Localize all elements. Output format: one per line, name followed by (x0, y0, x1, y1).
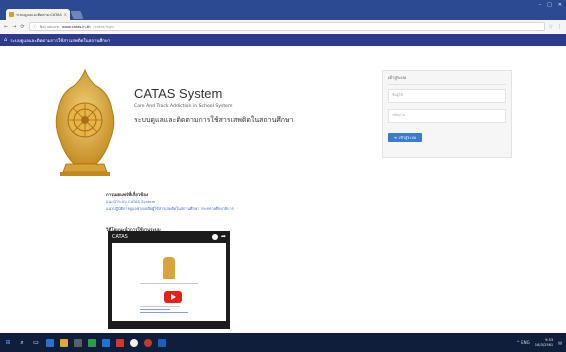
share-icon[interactable]: ➦ (221, 233, 226, 240)
username-input[interactable]: ชื่อผู้ใช้ (388, 89, 506, 103)
app-icon[interactable] (88, 338, 96, 347)
clock[interactable]: 9:53 16/3/2561 (535, 338, 553, 347)
close-window-icon[interactable]: ✕ (558, 2, 562, 8)
edge-icon[interactable] (46, 338, 54, 347)
thumbnail-line (140, 306, 180, 307)
login-icon: ➜ (393, 135, 397, 140)
thumbnail-line (140, 283, 198, 284)
url-host: www.catas.in.th (62, 24, 91, 29)
video-title: CATAS (112, 233, 128, 240)
store-icon[interactable] (74, 338, 82, 347)
login-heading: เข้าสู่ระบบ (388, 74, 506, 85)
powerpoint-icon[interactable] (116, 338, 124, 347)
login-button-label: เข้าสู่ระบบ (398, 134, 417, 140)
brand-block: CATAS System Care And Track Addiction in… (134, 86, 294, 126)
search-icon[interactable]: ⌕ (18, 339, 26, 347)
tray-language[interactable]: ^ ENG (517, 340, 530, 345)
related-title: การเผยแพร่ที่เกี่ยวข้อง (106, 193, 149, 198)
window-controls: – □ ✕ (539, 2, 562, 8)
password-input[interactable]: รหัสผ่าน (388, 109, 506, 123)
address-bar[interactable]: ⓘ Not secure www.catas.in.th /catas/logi… (28, 22, 545, 31)
login-panel: เข้าสู่ระบบ ชื่อผู้ใช้ รหัสผ่าน ➜ เข้าสู… (382, 70, 512, 158)
bookmark-star-icon[interactable]: ☆ (549, 24, 553, 30)
browser-chrome: ระบบดูแลและติดตาม-CATAS × – □ ✕ ← → ⟳ ⓘ … (0, 0, 566, 33)
clock-date: 16/3/2561 (534, 342, 554, 347)
task-view-icon[interactable]: ▭ (32, 339, 40, 347)
tab-close-icon[interactable]: × (64, 12, 67, 17)
thumbnail-link (140, 312, 188, 313)
browser-tab[interactable]: ระบบดูแลและติดตาม-CATAS × (6, 9, 70, 20)
photos-icon[interactable] (158, 338, 166, 347)
system-thai-title: ระบบดูแลและติดตามการใช้สารเสพติดในสถานศึ… (134, 116, 294, 124)
watch-later-icon[interactable] (211, 233, 218, 240)
start-windows-icon[interactable]: ⊞ (4, 339, 12, 347)
maximize-icon[interactable]: □ (547, 2, 552, 8)
video-header: CATAS ➦ (108, 231, 230, 242)
tab-strip: ระบบดูแลและติดตาม-CATAS × – □ ✕ (0, 0, 566, 20)
login-button[interactable]: ➜ เข้าสู่ระบบ (388, 133, 422, 142)
related-link-guideline[interactable]: แนวปฏิบัติการดูแลช่วยเหลือผู้ใช้สารเสพติ… (106, 206, 234, 212)
related-link-intro[interactable]: แนะนำระบบ CATAS System (106, 199, 234, 205)
play-icon (170, 294, 176, 300)
video-thumbnail (112, 243, 226, 321)
chrome-icon[interactable] (130, 338, 138, 347)
site-navbar-title[interactable]: ระบบดูแลและติดตามการใช้สารเสพติดในสถานศึ… (10, 37, 110, 44)
play-button[interactable] (164, 291, 182, 303)
system-tray: ^ ENG 9:53 16/3/2561 ▤ (517, 338, 562, 347)
info-icon[interactable]: ⓘ (33, 24, 37, 30)
reload-icon[interactable]: ⟳ (20, 24, 24, 30)
home-icon[interactable]: ⌂ (4, 37, 7, 43)
back-icon[interactable]: ← (4, 24, 8, 30)
minimize-icon[interactable]: – (539, 2, 542, 8)
url-path: /catas/login (93, 24, 115, 29)
tab-title: ระบบดูแลและติดตาม-CATAS (16, 12, 62, 17)
notifications-icon[interactable]: ▤ (558, 340, 562, 345)
opera-icon[interactable] (144, 338, 152, 347)
omnibar: ← → ⟳ ⓘ Not secure www.catas.in.th /cata… (0, 20, 566, 33)
video-footer (108, 321, 230, 329)
related-section: การเผยแพร่ที่เกี่ยวข้อง แนะนำระบบ CATAS … (106, 191, 234, 212)
security-label: Not secure (39, 24, 59, 29)
browser-menu-icon[interactable]: ⋮ (557, 24, 562, 30)
ministry-emblem-logo (55, 68, 115, 176)
site-navbar: ⌂ ระบบดูแลและติดตามการใช้สารเสพติดในสถาน… (0, 34, 566, 46)
forward-icon[interactable]: → (12, 24, 16, 30)
system-title: CATAS System (134, 86, 223, 101)
word-icon[interactable] (102, 338, 110, 347)
thumbnail-link (140, 309, 170, 310)
thumbnail-emblem-icon (163, 257, 175, 279)
system-subtitle: Care And Track Addiction in School Syste… (134, 104, 233, 109)
windows-taskbar: ⊞ ⌕ ▭ ^ ENG 9:53 16/3/2561 ▤ (0, 333, 566, 352)
new-tab-button[interactable] (70, 11, 84, 19)
favicon-icon (9, 12, 14, 17)
video-player[interactable]: CATAS ➦ (108, 231, 230, 329)
file-explorer-icon[interactable] (60, 338, 68, 347)
